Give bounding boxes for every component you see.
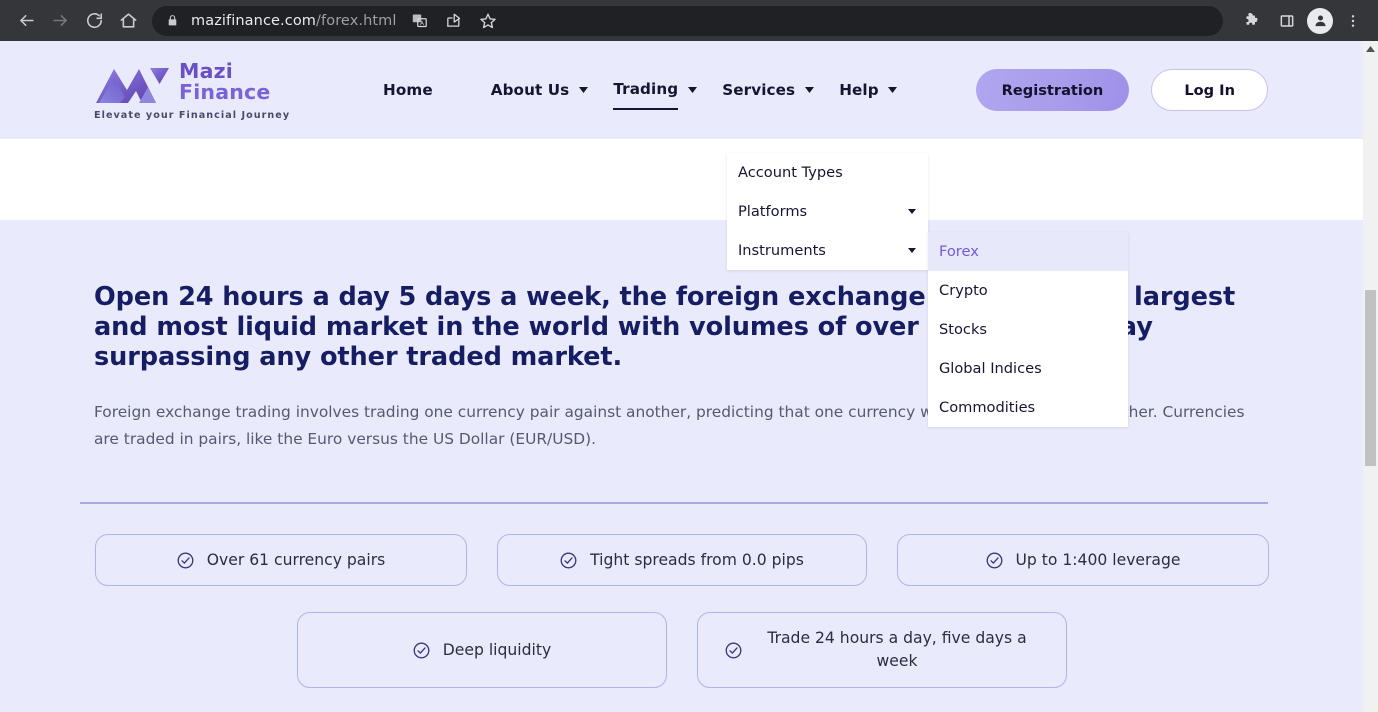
dropdown-menu-trading: Account Types Platforms Instruments [727, 153, 928, 270]
feature-pill-deep-liquidity[interactable]: Deep liquidity [296, 612, 667, 688]
feature-pill-trade-24-hours[interactable]: Trade 24 hours a day, five days a week [696, 612, 1067, 688]
chevron-down-icon[interactable] [885, 87, 901, 93]
dropdown-menu-instruments: Forex Crypto Stocks Global Indices Commo… [928, 232, 1128, 427]
dropdown-item-label: Stocks [939, 321, 987, 338]
logo-name-line1: Mazi [179, 59, 233, 83]
site-logo[interactable]: Mazi Finance Elevate your Financial Jour… [94, 60, 290, 121]
three-dot-menu-icon[interactable] [1338, 6, 1368, 36]
site-header: Mazi Finance Elevate your Financial Jour… [0, 41, 1363, 139]
dropdown-item-label: Account Types [738, 164, 843, 181]
svg-text:A: A [420, 21, 424, 27]
scrollbar-up-arrow-icon[interactable] [1363, 41, 1378, 56]
nav-item-about-us[interactable]: About Us [491, 71, 614, 109]
nav-item-home[interactable]: Home [383, 71, 491, 109]
nav-link-services[interactable]: Services [722, 71, 795, 109]
dropdown-item-commodities[interactable]: Commodities [928, 388, 1128, 427]
feature-label: Up to 1:400 leverage [1015, 550, 1181, 569]
feature-row-2: Deep liquidity Trade 24 hours a day, fiv… [80, 612, 1283, 688]
chevron-down-icon [908, 248, 916, 253]
mazi-mountain-logo-icon [94, 60, 170, 104]
side-panel-icon[interactable] [1272, 6, 1302, 36]
url-path: /forex.html [316, 12, 397, 29]
feature-label: Tight spreads from 0.0 pips [590, 550, 804, 569]
logo-tagline: Elevate your Financial Journey [94, 109, 291, 121]
feature-row-1: Over 61 currency pairs Tight spreads fro… [80, 533, 1283, 587]
login-button[interactable]: Log In [1151, 69, 1268, 111]
logo-wordmark: Mazi Finance [179, 61, 271, 102]
share-icon[interactable] [439, 6, 469, 36]
header-actions: Registration Log In [975, 69, 1268, 111]
chevron-down-icon[interactable] [684, 87, 700, 93]
home-icon[interactable] [112, 5, 144, 37]
dropdown-item-crypto[interactable]: Crypto [928, 271, 1128, 310]
dropdown-item-global-indices[interactable]: Global Indices [928, 349, 1128, 388]
dropdown-item-label: Platforms [738, 203, 808, 220]
registration-button[interactable]: Registration [975, 69, 1130, 111]
scrollbar-thumb[interactable] [1365, 290, 1376, 466]
extensions-puzzle-icon[interactable] [1237, 6, 1267, 36]
dropdown-item-label: Commodities [939, 399, 1036, 416]
reload-icon[interactable] [78, 5, 110, 37]
url-text: mazifinance.com/forex.html [191, 13, 397, 29]
feature-pill-leverage[interactable]: Up to 1:400 leverage [896, 533, 1269, 587]
chevron-down-icon [908, 209, 916, 214]
logo-top: Mazi Finance [94, 60, 290, 104]
chevron-down-icon[interactable] [575, 87, 591, 93]
profile-avatar-icon[interactable] [1307, 7, 1333, 34]
back-arrow-icon[interactable] [10, 5, 42, 37]
dropdown-item-label: Crypto [939, 282, 988, 299]
nav-link-home[interactable]: Home [383, 71, 433, 109]
nav-link-about-us[interactable]: About Us [491, 71, 570, 109]
check-circle-icon [559, 551, 578, 570]
feature-label: Trade 24 hours a day, five days a week [767, 629, 1027, 671]
nav-item-trading[interactable]: Trading [613, 70, 722, 110]
dropdown-item-label: Forex [939, 243, 979, 260]
dropdown-item-platforms[interactable]: Platforms [727, 192, 928, 231]
address-bar[interactable]: mazifinance.com/forex.html A [152, 5, 1223, 36]
nav-item-services[interactable]: Services [722, 71, 839, 109]
dropdown-item-label: Global Indices [939, 360, 1042, 377]
omnibox-actions: A [405, 6, 503, 36]
browser-toolbar: mazifinance.com/forex.html A [0, 0, 1378, 41]
check-circle-icon [724, 641, 743, 660]
lock-icon [166, 14, 179, 27]
web-page: Mazi Finance Elevate your Financial Jour… [0, 41, 1363, 712]
url-domain: mazifinance.com [191, 12, 317, 29]
hero-section: Open 24 hours a day 5 days a week, the f… [0, 220, 1363, 453]
check-circle-icon [985, 551, 1004, 570]
chevron-down-icon[interactable] [801, 87, 817, 93]
dropdown-item-stocks[interactable]: Stocks [928, 310, 1128, 349]
feature-list: Over 61 currency pairs Tight spreads fro… [0, 504, 1363, 688]
feature-pill-currency-pairs[interactable]: Over 61 currency pairs [94, 533, 467, 587]
nav-link-trading[interactable]: Trading [613, 70, 679, 110]
dropdown-item-instruments[interactable]: Instruments [727, 231, 928, 270]
hero-white-band [0, 139, 1363, 220]
dropdown-item-account-types[interactable]: Account Types [727, 153, 928, 192]
check-circle-icon [176, 551, 195, 570]
dropdown-item-forex[interactable]: Forex [928, 232, 1128, 271]
nav-link-help[interactable]: Help [839, 71, 879, 109]
feature-pill-tight-spreads[interactable]: Tight spreads from 0.0 pips [496, 533, 867, 587]
nav-item-help[interactable]: Help [839, 71, 923, 109]
feature-label: Deep liquidity [442, 640, 552, 659]
translate-icon[interactable]: A [405, 6, 435, 36]
page-scrollbar[interactable] [1363, 41, 1378, 712]
dropdown-item-label: Instruments [738, 242, 826, 259]
main-navigation: Home About Us Trading Services Help [330, 70, 976, 110]
browser-toolbar-right [1237, 6, 1368, 36]
check-circle-icon [412, 641, 431, 660]
forward-arrow-icon[interactable] [44, 5, 76, 37]
bookmark-star-icon[interactable] [473, 6, 503, 36]
feature-label: Over 61 currency pairs [206, 550, 386, 569]
logo-name-line2: Finance [179, 79, 271, 104]
